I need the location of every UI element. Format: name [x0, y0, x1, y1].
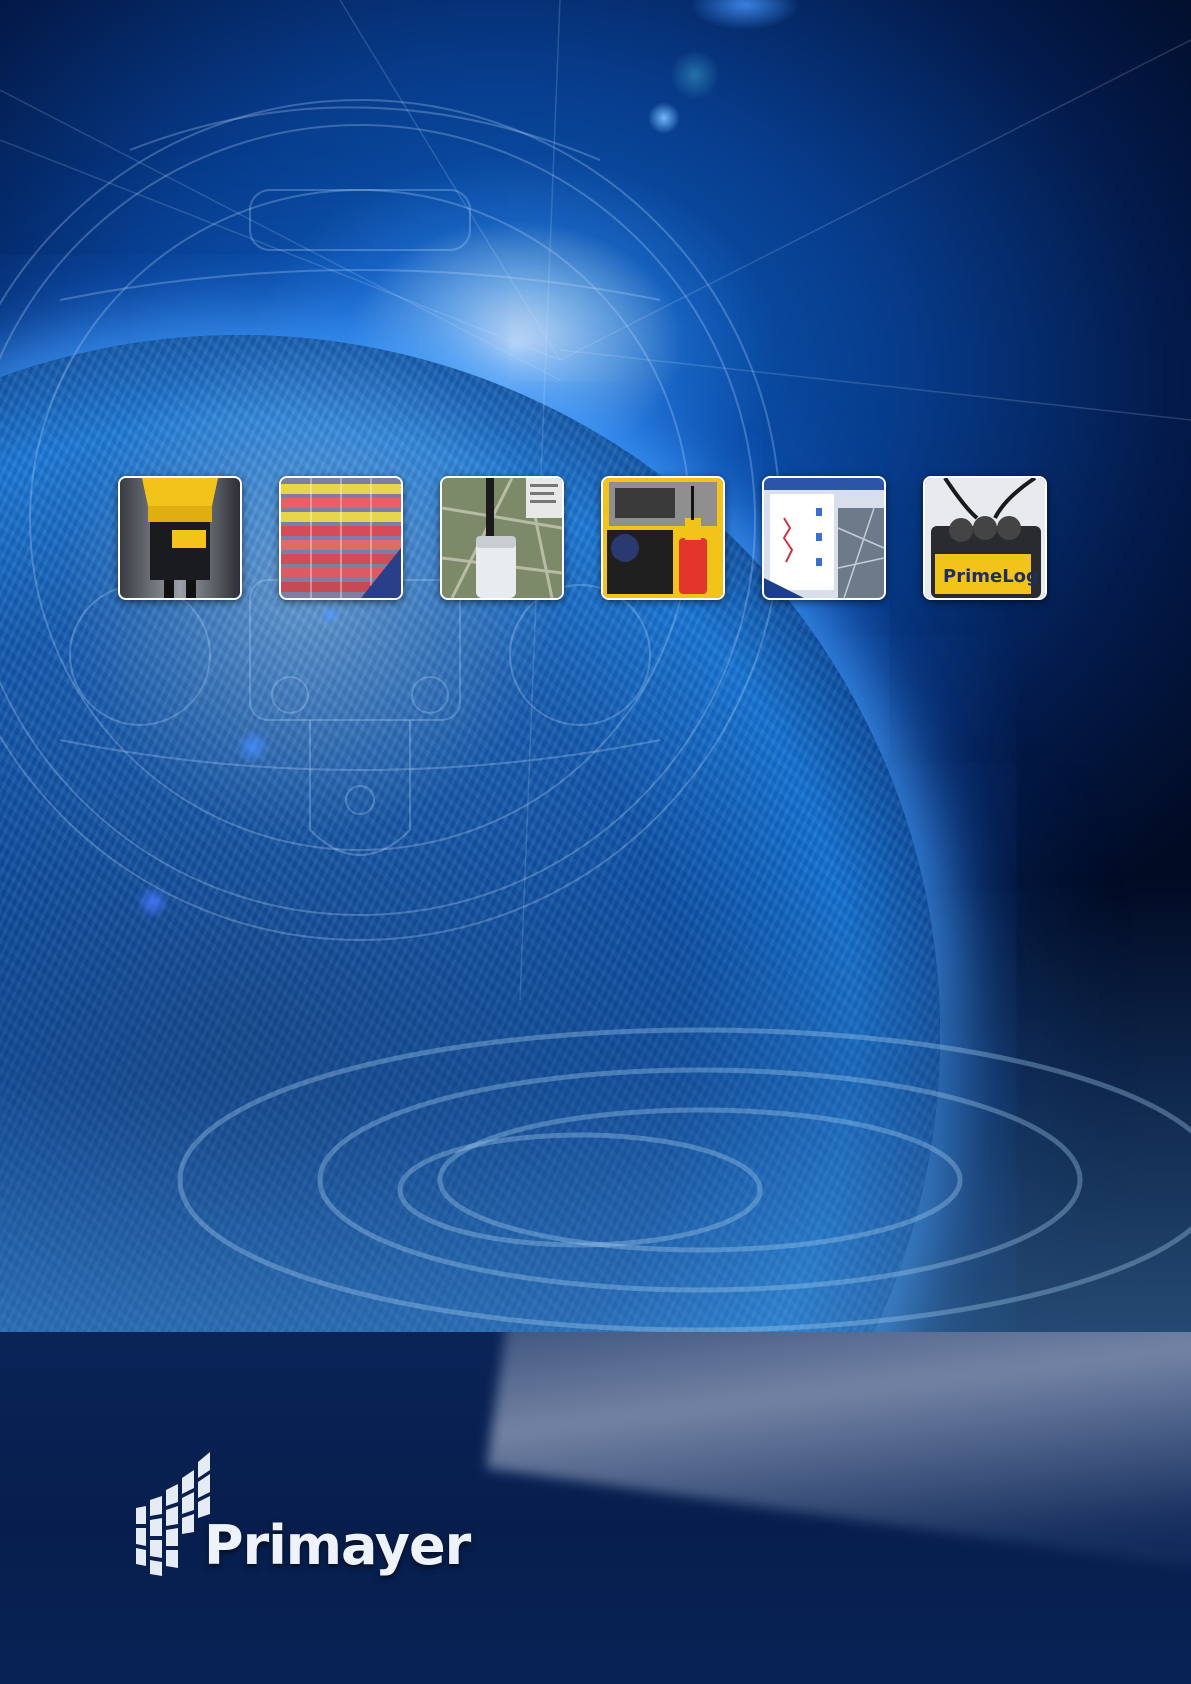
yellow-logger-device-icon [118, 476, 242, 600]
technical-drawing-overlay [0, 0, 1191, 1332]
primelog-label: PrimeLog [943, 566, 1039, 587]
map-antenna-icon [440, 476, 564, 600]
lens-flare [670, 50, 720, 100]
product-thumbnail-row: PrimeLog [118, 476, 1050, 600]
software-screenshot-icon [762, 476, 886, 600]
lens-flare [236, 730, 270, 764]
brand-name: Primayer [204, 1514, 471, 1577]
brochure-cover: PrimeLog Primayer [0, 0, 1191, 1684]
data-chart-screen-icon [279, 476, 403, 600]
lens-flare [320, 605, 340, 625]
lens-flare [136, 885, 170, 919]
yellow-case-equipment-icon [601, 476, 725, 600]
primayer-logo: Primayer [136, 1452, 476, 1592]
hero-earth-background [0, 0, 1191, 1332]
lens-flare [648, 102, 680, 134]
primelog-device-icon: PrimeLog [923, 476, 1047, 600]
